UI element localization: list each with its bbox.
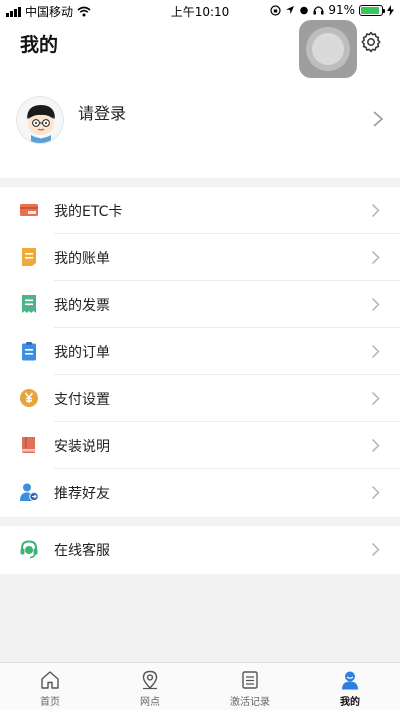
record-icon <box>242 671 258 689</box>
menu-label: 安装说明 <box>54 439 110 455</box>
chevron-right-icon <box>371 250 380 265</box>
alarm-icon <box>300 6 309 15</box>
tab-mine[interactable]: 我的 <box>300 663 400 710</box>
invoice-icon <box>22 295 36 313</box>
battery-icon <box>359 4 385 16</box>
menu-item-recommend-friend[interactable]: 推荐好友 <box>0 469 400 516</box>
tab-activation-records[interactable]: 激活记录 <box>200 663 300 710</box>
location-arrow-icon <box>286 6 295 14</box>
menu-item-online-service[interactable]: 在线客服 <box>0 526 400 573</box>
profile-icon <box>342 671 358 690</box>
menu-label: 我的账单 <box>54 251 110 267</box>
tab-label: 首页 <box>40 697 60 708</box>
chevron-right-icon <box>371 344 380 359</box>
book-icon <box>22 437 35 453</box>
recommend-friend-icon <box>20 483 39 502</box>
login-row[interactable]: 请登录 <box>0 90 400 174</box>
chevron-right-icon <box>371 542 380 557</box>
menu-label: 我的订单 <box>54 345 110 361</box>
yuan-icon <box>20 389 38 407</box>
menu-group: 我的ETC卡 我的账单 我的发票 我的订单 支付设置 安装说明 推荐好友 <box>0 187 400 517</box>
cartoon-avatar-icon <box>27 105 55 143</box>
gear-icon[interactable] <box>359 30 383 54</box>
bill-icon <box>22 248 36 266</box>
battery-percent: 91% <box>328 3 355 17</box>
tab-label: 网点 <box>140 697 160 708</box>
headphones-icon <box>313 6 324 15</box>
headset-icon <box>20 540 38 559</box>
menu-item-bill[interactable]: 我的账单 <box>0 234 400 281</box>
menu-label: 我的发票 <box>54 298 110 314</box>
profile-header: 我的 请登录 <box>0 20 400 178</box>
chevron-right-icon <box>371 391 380 406</box>
page-title: 我的 <box>20 34 59 56</box>
tab-home[interactable]: 首页 <box>0 663 100 710</box>
assistive-touch-button[interactable] <box>299 20 357 78</box>
chevron-right-icon <box>371 485 380 500</box>
menu-item-install-guide[interactable]: 安装说明 <box>0 422 400 469</box>
chevron-right-icon <box>371 438 380 453</box>
status-bar: 中国移动 上午10:10 91% <box>0 0 400 20</box>
menu-item-order[interactable]: 我的订单 <box>0 328 400 375</box>
location-icon <box>142 670 158 690</box>
service-group: 在线客服 <box>0 526 400 574</box>
tab-label: 激活记录 <box>230 697 270 708</box>
avatar[interactable] <box>16 96 64 144</box>
chevron-right-icon <box>371 203 380 218</box>
login-label: 请登录 <box>78 104 127 123</box>
menu-label: 我的ETC卡 <box>54 204 123 220</box>
chevron-right-icon <box>371 297 380 312</box>
tab-label: 我的 <box>340 697 360 708</box>
menu-label: 支付设置 <box>54 392 110 408</box>
menu-item-etc-card[interactable]: 我的ETC卡 <box>0 187 400 234</box>
order-icon <box>22 342 36 361</box>
tab-outlets[interactable]: 网点 <box>100 663 200 710</box>
etc-card-icon <box>20 204 38 216</box>
orientation-lock-icon <box>270 4 281 16</box>
menu-label: 在线客服 <box>54 543 110 559</box>
status-right: 91% <box>270 3 394 17</box>
charging-icon <box>387 4 394 16</box>
menu-item-invoice[interactable]: 我的发票 <box>0 281 400 328</box>
tab-bar: 首页 网点 激活记录 我的 <box>0 662 400 710</box>
home-icon <box>41 671 59 689</box>
chevron-right-icon <box>373 111 384 127</box>
menu-item-payment-settings[interactable]: 支付设置 <box>0 375 400 422</box>
menu-label: 推荐好友 <box>54 486 110 502</box>
